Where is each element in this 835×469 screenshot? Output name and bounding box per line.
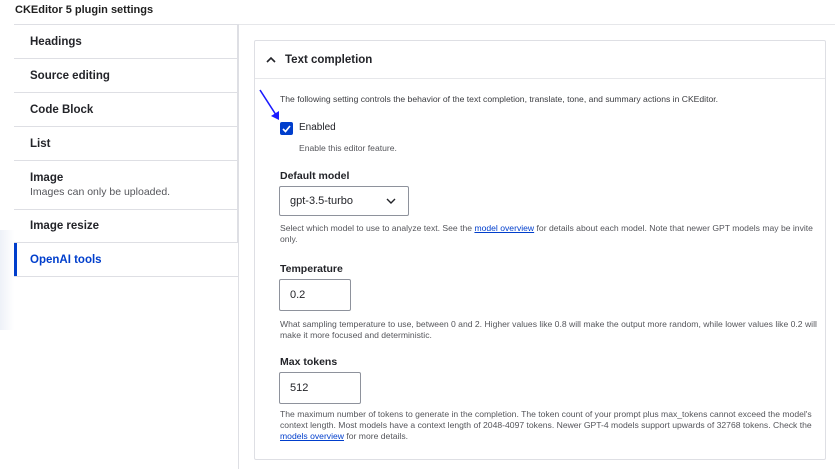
default-model-label: Default model	[280, 170, 350, 182]
checkmark-icon	[282, 124, 291, 133]
models-overview-link[interactable]: models overview	[280, 431, 344, 441]
summary-divider	[255, 78, 825, 79]
tab-list[interactable]: List	[14, 127, 238, 161]
max-tokens-help: The maximum number of tokens to generate…	[280, 409, 820, 442]
details-description: The following setting controls the behav…	[280, 94, 719, 104]
enabled-checkbox[interactable]	[280, 122, 293, 135]
tab-label: Image	[30, 172, 64, 184]
help-text: The maximum number of tokens to generate…	[280, 409, 812, 430]
tab-label: OpenAI tools	[30, 253, 102, 266]
default-model-value: gpt-3.5-turbo	[290, 195, 353, 207]
temperature-input[interactable]: 0.2	[279, 279, 351, 311]
details-summary[interactable]: Text completion	[265, 51, 372, 69]
tab-label: Code Block	[30, 103, 94, 116]
panel-top-border	[238, 24, 835, 25]
chevron-up-icon	[266, 56, 276, 63]
tab-openai-tools[interactable]: OpenAI tools	[14, 243, 238, 277]
tab-label: Headings	[30, 35, 82, 48]
tab-summary: Images can only be uploaded.	[30, 186, 171, 198]
temperature-value: 0.2	[290, 289, 306, 301]
temperature-help: What sampling temperature to use, betwee…	[280, 319, 817, 340]
tab-image[interactable]: Image Images can only be uploaded.	[14, 161, 238, 210]
enabled-label[interactable]: Enabled	[299, 122, 336, 133]
tab-source-editing[interactable]: Source editing	[14, 59, 238, 93]
page-title: CKEditor 5 plugin settings	[15, 4, 154, 16]
tab-image-resize[interactable]: Image resize	[14, 210, 238, 243]
help-text: Select which model to use to analyze tex…	[280, 223, 475, 233]
tab-headings[interactable]: Headings	[14, 25, 238, 59]
max-tokens-value: 512	[290, 382, 309, 394]
chevron-down-icon	[386, 198, 396, 204]
max-tokens-input[interactable]: 512	[279, 372, 361, 404]
help-text: for more details.	[344, 431, 408, 441]
tab-label: List	[30, 137, 51, 150]
details-summary-label: Text completion	[285, 54, 373, 66]
left-edge-shadow	[0, 230, 14, 330]
tab-label: Source editing	[30, 69, 110, 82]
model-overview-link[interactable]: model overview	[474, 223, 534, 233]
temperature-label: Temperature	[280, 263, 343, 275]
tab-label: Image resize	[30, 220, 100, 232]
enabled-description: Enable this editor feature.	[299, 143, 397, 153]
default-model-select[interactable]: gpt-3.5-turbo	[279, 186, 409, 216]
default-model-help: Select which model to use to analyze tex…	[280, 223, 820, 245]
tab-code-block[interactable]: Code Block	[14, 93, 238, 127]
max-tokens-label: Max tokens	[280, 356, 338, 368]
vertical-tabs: Headings Source editing Code Block List …	[14, 24, 238, 277]
panel-left-border	[238, 24, 239, 469]
